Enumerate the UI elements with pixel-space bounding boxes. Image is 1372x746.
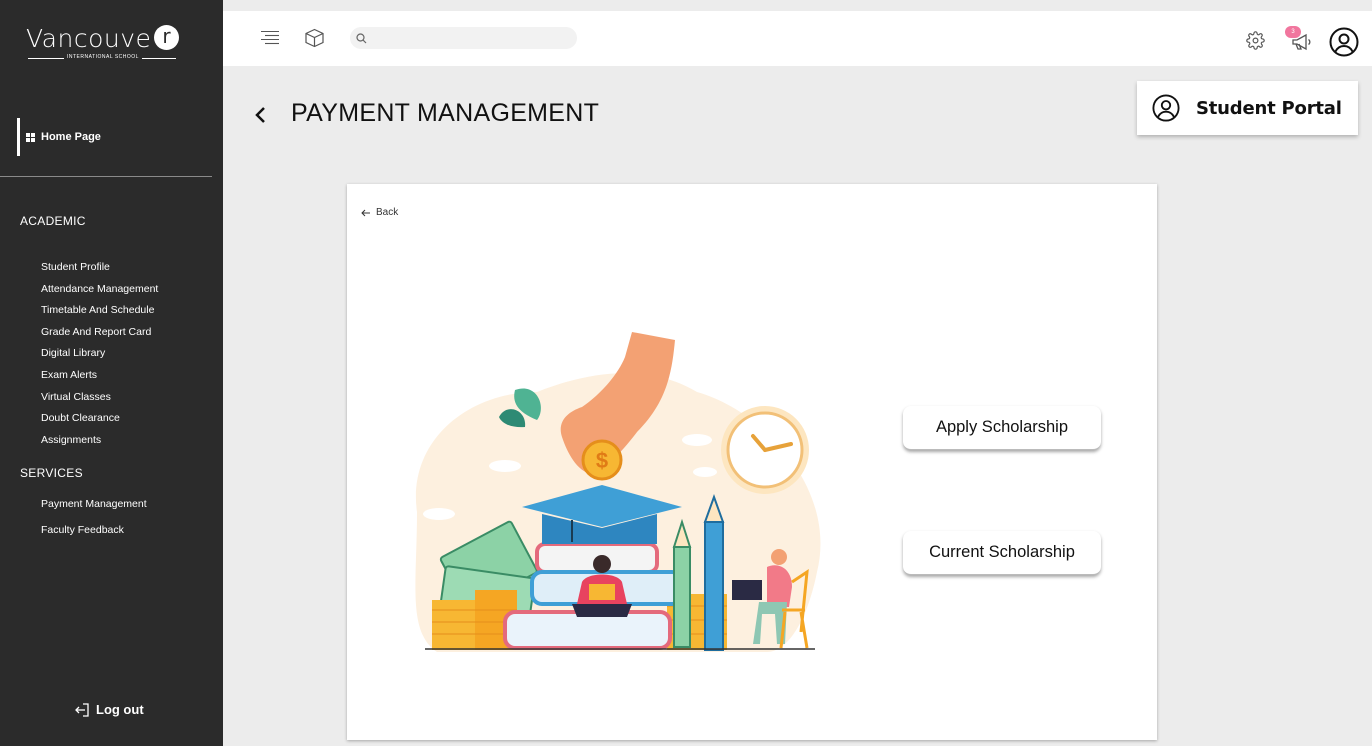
search-icon	[356, 32, 367, 43]
sidebar-divider	[0, 176, 212, 177]
academic-nav: Student Profile Attendance Management Ti…	[41, 257, 158, 451]
page-title: PAYMENT MANAGEMENT	[291, 99, 600, 127]
arrow-left-icon	[361, 209, 370, 216]
sidebar-item-label: Home Page	[41, 131, 101, 143]
sidebar-item-assignments[interactable]: Assignments	[41, 430, 158, 452]
coin-stack	[432, 600, 477, 650]
student-portal-label: Student Portal	[1196, 97, 1342, 119]
apply-scholarship-button[interactable]: Apply Scholarship	[903, 406, 1101, 450]
scholarship-illustration: $	[415, 332, 821, 652]
gear-icon[interactable]	[1246, 31, 1265, 50]
payment-panel: Back $ Apply Scholarship Current Scholar…	[347, 184, 1157, 740]
logout-label: Log out	[96, 702, 144, 717]
logout-button[interactable]: Log out	[74, 702, 144, 717]
cloud-shape	[489, 460, 521, 472]
logo-wordmark: Vancouve	[26, 24, 152, 53]
section-title-academic: ACADEMIC	[20, 214, 86, 228]
logo-mark: r	[154, 25, 179, 50]
back-chevron-icon[interactable]	[252, 103, 268, 127]
box-icon[interactable]	[304, 28, 325, 48]
pencil-shape	[704, 521, 724, 651]
sidebar-item-exam-alerts[interactable]: Exam Alerts	[41, 365, 158, 387]
reading-person-head	[593, 555, 611, 573]
student-portal-card[interactable]: Student Portal	[1137, 81, 1358, 135]
back-label: Back	[376, 207, 399, 218]
logo-subtitle: INTERNATIONAL SCHOOL	[64, 54, 142, 60]
current-scholarship-button[interactable]: Current Scholarship	[903, 531, 1101, 575]
services-nav: Payment Management Faculty Feedback	[41, 494, 147, 542]
sidebar-item-faculty-feedback[interactable]: Faculty Feedback	[41, 520, 147, 542]
search-bar[interactable]	[350, 27, 577, 49]
sidebar-item-digital-library[interactable]: Digital Library	[41, 343, 158, 365]
school-logo[interactable]: Vancouve r INTERNATIONAL SCHOOL	[26, 24, 186, 64]
sidebar-item-grades[interactable]: Grade And Report Card	[41, 322, 158, 344]
book-shape	[503, 610, 672, 650]
sidebar-item-student-profile[interactable]: Student Profile	[41, 257, 158, 279]
logout-icon	[75, 702, 89, 717]
sidebar: Vancouve r INTERNATIONAL SCHOOL Home Pag…	[0, 0, 223, 746]
sidebar-item-payment-management[interactable]: Payment Management	[41, 494, 147, 520]
sidebar-item-home[interactable]: Home Page	[17, 118, 167, 156]
user-circle-icon	[1152, 94, 1180, 122]
top-bar: 3	[223, 11, 1372, 66]
search-input[interactable]	[373, 32, 563, 44]
cloud-shape	[423, 508, 455, 520]
section-title-services: SERVICES	[20, 466, 83, 480]
reading-person-legs	[572, 604, 632, 617]
sidebar-item-virtual-classes[interactable]: Virtual Classes	[41, 387, 158, 409]
open-book	[589, 584, 615, 600]
dashboard-icon	[26, 132, 35, 142]
back-link[interactable]: Back	[361, 207, 398, 218]
notification-badge: 3	[1285, 26, 1301, 38]
pencil-shape	[673, 546, 691, 648]
cloud-shape	[682, 434, 712, 446]
laptop-person-head	[771, 549, 787, 565]
sidebar-item-timetable[interactable]: Timetable And Schedule	[41, 300, 158, 322]
sidebar-item-attendance[interactable]: Attendance Management	[41, 279, 158, 301]
sidebar-item-doubt-clearance[interactable]: Doubt Clearance	[41, 408, 158, 430]
dollar-sign: $	[596, 448, 608, 473]
user-avatar-icon[interactable]	[1329, 27, 1359, 57]
laptop-shape	[732, 580, 762, 600]
menu-icon[interactable]	[260, 30, 280, 46]
cloud-shape	[693, 467, 717, 477]
